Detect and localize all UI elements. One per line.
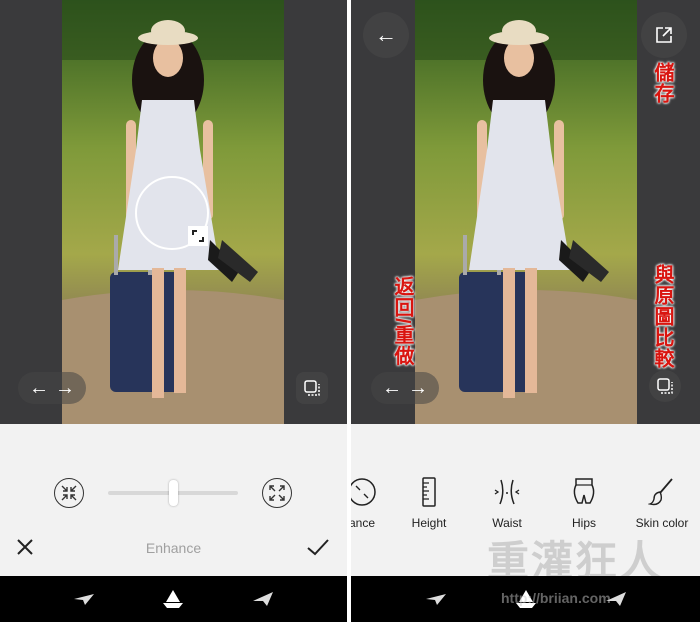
watermark-url: http://briian.com	[501, 590, 611, 606]
undo-icon-right[interactable]: ←	[382, 377, 402, 400]
tool-height[interactable]: Height	[394, 476, 464, 530]
back-button[interactable]: ←	[363, 12, 409, 58]
compare-icon	[304, 380, 320, 396]
tool-skin-color[interactable]: Skin color	[627, 476, 697, 530]
right-screen: ← 儲存 返回/重做 與原圖比較 ← → ance Height Waist H…	[351, 0, 700, 622]
tool-enhance[interactable]: ance	[351, 476, 397, 530]
tools-bar: ance Height Waist Hips Skin color 重灌狂人	[351, 424, 700, 585]
undo-icon[interactable]: ←	[29, 377, 49, 400]
photo-right	[415, 0, 637, 424]
bottom-nav	[0, 576, 347, 622]
woman-photo-right	[415, 0, 637, 424]
intensity-slider-thumb[interactable]	[169, 480, 178, 506]
compare-icon-right	[657, 378, 673, 394]
increase-button[interactable]	[262, 478, 292, 508]
save-annotation: 儲存	[651, 62, 673, 104]
photo-canvas-right: ← 儲存 返回/重做 與原圖比較 ← →	[351, 0, 700, 424]
redo-icon-right[interactable]: →	[408, 377, 428, 400]
expand-icon	[269, 485, 285, 501]
plane-icon-right[interactable]	[252, 591, 274, 607]
undo-redo-pill: ← →	[18, 372, 86, 404]
hips-icon	[573, 478, 595, 504]
plane-icon-left-right[interactable]	[425, 592, 447, 606]
compare-button[interactable]	[296, 372, 328, 404]
boat-icon[interactable]	[161, 589, 185, 609]
tool-hips[interactable]: Hips	[549, 476, 619, 530]
enhance-icon	[351, 478, 376, 506]
waist-icon	[494, 479, 520, 505]
plane-icon-left[interactable]	[73, 592, 95, 606]
brush-icon	[648, 478, 673, 506]
photo-canvas: ← →	[0, 0, 347, 424]
compare-button-right[interactable]	[649, 370, 681, 402]
back-arrow-icon: ←	[375, 22, 397, 47]
enhance-controls: Enhance	[0, 424, 347, 576]
checkmark-icon	[307, 539, 329, 556]
compare-annotation: 與原圖比較	[651, 264, 673, 369]
ruler-icon	[422, 477, 436, 507]
shrink-icon	[61, 485, 77, 501]
tool-waist[interactable]: Waist	[472, 476, 542, 530]
save-button[interactable]	[641, 12, 687, 58]
redo-icon[interactable]: →	[55, 377, 75, 400]
share-export-icon	[656, 27, 672, 43]
bottom-nav-right: http://briian.com	[351, 576, 700, 622]
resize-handle-icon[interactable]	[188, 226, 208, 246]
decrease-button[interactable]	[54, 478, 84, 508]
apply-button[interactable]	[306, 536, 330, 560]
mode-label: Enhance	[145, 540, 202, 556]
undo-redo-annotation: 返回/重做	[391, 276, 413, 367]
undo-redo-pill-right: ← →	[371, 372, 439, 404]
left-screen: ← → Enhance	[0, 0, 347, 622]
